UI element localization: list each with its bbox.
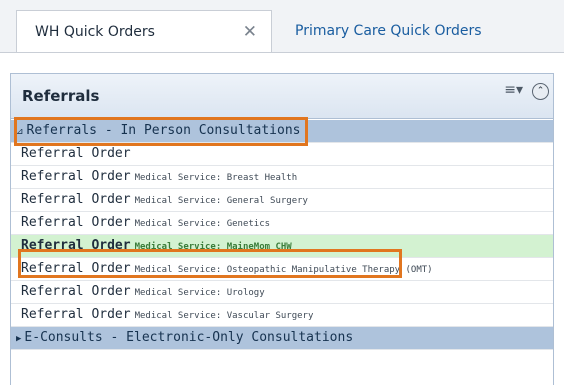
order-service: Medical Service: Urology <box>134 288 265 298</box>
order-name: Referral Order <box>21 146 131 161</box>
group-row-e-consults[interactable]: ▶ E-Consults - Electronic-Only Consultati… <box>11 327 553 350</box>
order-service: Medical Service: Genetics <box>134 219 271 229</box>
order-service: Medical Service: Breast Health <box>134 173 298 183</box>
order-service: Medical Service: General Surgery <box>134 196 308 206</box>
list-item[interactable]: Referral Order Medical Service: Vascular … <box>11 304 553 327</box>
close-icon[interactable]: ✕ <box>243 11 257 53</box>
tab-wh-quick-orders[interactable]: WH Quick Orders ✕ <box>16 10 272 52</box>
order-service: Medical Service: Vascular Surgery <box>134 311 314 321</box>
tab-primary-care-quick-orders[interactable]: Primary Care Quick Orders <box>295 10 545 52</box>
list-item[interactable]: Referral Order Medical Service: Genetics <box>11 212 553 235</box>
tab-bar: WH Quick Orders ✕ Primary Care Quick Ord… <box>0 0 564 53</box>
order-name: Referral Order <box>21 284 131 299</box>
list-item[interactable]: Referral Order Medical Service: General S… <box>11 189 553 212</box>
highlight-box-group <box>14 117 308 146</box>
order-name: Referral Order <box>21 169 131 184</box>
list-item[interactable]: Referral Order Medical Service: Breast He… <box>11 166 553 189</box>
tab-label: Primary Care Quick Orders <box>295 23 482 39</box>
order-name: Referral Order <box>21 192 131 207</box>
menu-dropdown-icon[interactable]: ≡▾ <box>504 82 523 98</box>
list-item[interactable]: Referral Order Medical Service: Urology <box>11 281 553 304</box>
list-item[interactable]: Referral Order <box>11 143 553 166</box>
collapsed-arrow-icon[interactable]: ▶ <box>16 334 21 344</box>
order-name: Referral Order <box>21 215 131 230</box>
highlight-box-selected-order <box>18 249 402 278</box>
panel-header: Referrals ≡▾ ⌃ <box>11 74 553 119</box>
tab-label: WH Quick Orders <box>35 24 155 40</box>
panel-title: Referrals <box>22 87 100 105</box>
order-list: ⊿ Referrals - In Person Consultations Ref… <box>11 120 553 350</box>
collapse-icon[interactable]: ⌃ <box>532 83 549 100</box>
order-name: Referral Order <box>21 307 131 322</box>
group-label: E-Consults - Electronic-Only Consultatio… <box>24 330 354 345</box>
